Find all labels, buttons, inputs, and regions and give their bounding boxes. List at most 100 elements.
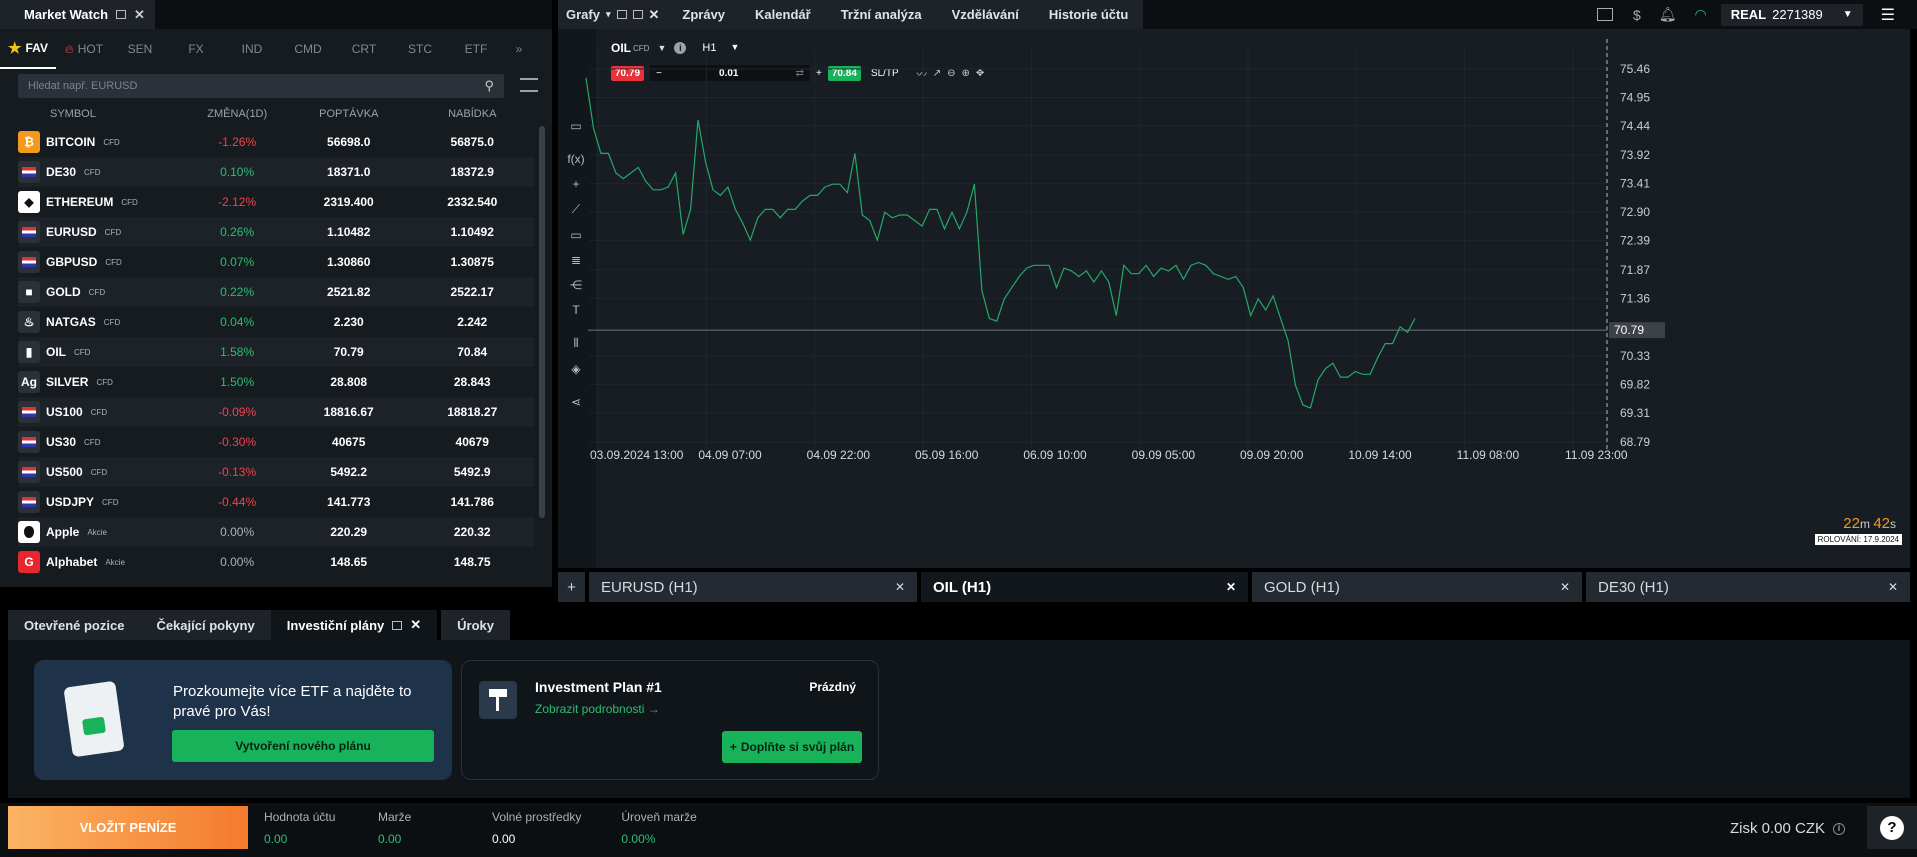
close-icon[interactable]: ✕ [1226, 580, 1236, 594]
tab-news[interactable]: Zprávy [667, 0, 741, 29]
menu-icon[interactable]: ☰ [1881, 5, 1895, 25]
bell-icon[interactable]: 🔔︎ [1659, 6, 1677, 23]
tab-stc[interactable]: STC [392, 29, 448, 69]
ask-cell[interactable]: 1.30860 [287, 255, 411, 269]
list-item[interactable]: US30 CFD -0.30% 40675 40679 [18, 427, 534, 457]
ask-cell[interactable]: 5492.2 [287, 465, 411, 479]
investment-plan-card[interactable]: Investment Plan #1 Prázdný Zobrazit podr… [461, 660, 879, 780]
bid-cell[interactable]: 2.242 [410, 315, 534, 329]
list-item[interactable]: US100 CFD -0.09% 18816.67 18818.27 [18, 397, 534, 427]
tab-cmd[interactable]: CMD [280, 29, 336, 69]
close-icon[interactable]: ✕ [649, 7, 660, 23]
col-symbol[interactable]: SYMBOL [18, 108, 187, 120]
close-icon[interactable]: ✕ [895, 580, 905, 594]
tab-ind[interactable]: IND [224, 29, 280, 69]
ask-cell[interactable]: 141.773 [287, 495, 411, 509]
ask-cell[interactable]: 40675 [287, 435, 411, 449]
help-button[interactable]: ? [1867, 806, 1917, 849]
currency-exchange-icon[interactable]: $ [1633, 7, 1641, 23]
tab-calendar[interactable]: Kalendář [740, 0, 826, 29]
list-scrollbar[interactable] [539, 126, 545, 518]
tab-hot[interactable]: 🔥︎ HOT [56, 29, 112, 69]
ask-cell[interactable]: 18371.0 [287, 165, 411, 179]
bid-cell[interactable]: 40679 [410, 435, 534, 449]
bid-cell[interactable]: 5492.9 [410, 465, 534, 479]
tab-fav[interactable]: ★ FAV [0, 29, 56, 69]
close-icon[interactable]: ✕ [134, 7, 145, 23]
ask-cell[interactable]: 1.10482 [287, 225, 411, 239]
col-ask[interactable]: POPTÁVKA [287, 108, 410, 120]
ask-cell[interactable]: 18816.67 [287, 405, 411, 419]
list-item[interactable]: ♨ NATGAS CFD 0.04% 2.230 2.242 [18, 307, 534, 337]
list-item[interactable]: DE30 CFD 0.10% 18371.0 18372.9 [18, 157, 534, 187]
maximize-icon[interactable] [632, 10, 643, 19]
tab-interest[interactable]: Úroky [441, 610, 511, 640]
ask-cell[interactable]: 70.79 [287, 345, 411, 359]
tab-market-analysis[interactable]: Tržní analýza [825, 0, 937, 29]
account-selector[interactable]: REAL 2271389 ▼ [1720, 3, 1863, 26]
close-icon[interactable]: ✕ [1888, 580, 1898, 594]
tab-education[interactable]: Vzdělávání [936, 0, 1034, 29]
list-item[interactable]: G Alphabet Akcie 0.00% 148.65 148.75 [18, 547, 534, 577]
close-icon[interactable]: ✕ [1560, 580, 1570, 594]
list-item[interactable]: EURUSD CFD 0.26% 1.10482 1.10492 [18, 217, 534, 247]
chart-tab-de30[interactable]: DE30 (H1) ✕ [1586, 572, 1910, 602]
tabs-scroll-right-icon[interactable]: » [504, 29, 534, 69]
list-item[interactable]: Apple Akcie 0.00% 220.29 220.32 [18, 517, 534, 547]
ask-cell[interactable]: 28.808 [287, 375, 411, 389]
ask-cell[interactable]: 56698.0 [287, 135, 411, 149]
tab-pending-orders[interactable]: Čekající pokyny [140, 610, 271, 640]
add-chart-button[interactable]: + [558, 572, 585, 602]
list-item[interactable]: ◆ ETHEREUM CFD -2.12% 2319.400 2332.540 [18, 187, 534, 217]
chart-tab-eurusd[interactable]: EURUSD (H1) ✕ [589, 572, 917, 602]
tab-open-positions[interactable]: Otevřené pozice [8, 610, 141, 640]
chart-tab-gold[interactable]: GOLD (H1) ✕ [1252, 572, 1582, 602]
tab-fx[interactable]: FX [168, 29, 224, 69]
ask-cell[interactable]: 148.65 [287, 555, 411, 569]
tab-account-history[interactable]: Historie účtu [1033, 0, 1144, 29]
col-bid[interactable]: NABÍDKA [411, 108, 534, 120]
detach-icon[interactable] [392, 620, 403, 630]
bid-cell[interactable]: 148.75 [410, 555, 534, 569]
symbol-search-input[interactable]: Hledat např. EURUSD ⚲ [18, 74, 504, 98]
ask-cell[interactable]: 2521.82 [287, 285, 411, 299]
bid-cell[interactable]: 220.32 [410, 525, 534, 539]
tab-crt[interactable]: CRT [336, 29, 392, 69]
bid-cell[interactable]: 1.30875 [410, 255, 534, 269]
list-item[interactable]: ▮ OIL CFD 1.58% 70.79 70.84 [18, 337, 534, 367]
price-chart[interactable]: 75.46 74.95 74.44 73.92 73.41 72.90 72.39 71.87… [558, 29, 1910, 568]
tab-charts[interactable]: Grafy ▾ ✕ [558, 0, 668, 29]
tab-investment-plans[interactable]: Investiční plány ✕ [270, 610, 438, 640]
list-item[interactable]: ₿ BITCOIN CFD -1.26% 56698.0 56875.0 [18, 127, 534, 157]
tab-etf[interactable]: ETF [448, 29, 504, 69]
bid-cell[interactable]: 70.84 [410, 345, 534, 359]
plan-details-link[interactable]: Zobrazit podrobnosti → [535, 702, 660, 716]
bid-cell[interactable]: 28.843 [410, 375, 534, 389]
bid-cell[interactable]: 1.10492 [410, 225, 534, 239]
layout-grid-icon[interactable] [520, 78, 538, 92]
chart-tab-oil[interactable]: OIL (H1) ✕ [921, 572, 1248, 602]
list-item[interactable]: GBPUSD CFD 0.07% 1.30860 1.30875 [18, 247, 534, 277]
bid-cell[interactable]: 2522.17 [410, 285, 534, 299]
list-item[interactable]: US500 CFD -0.13% 5492.2 5492.9 [18, 457, 534, 487]
bid-cell[interactable]: 18818.27 [410, 405, 534, 419]
create-plan-button[interactable]: Vytvoření nového plánu [172, 730, 434, 762]
bid-cell[interactable]: 2332.540 [410, 195, 534, 209]
info-icon[interactable]: i [1833, 822, 1845, 835]
topup-plan-button[interactable]: + Doplňte si svůj plán [722, 731, 862, 763]
close-icon[interactable]: ✕ [410, 617, 421, 633]
col-change[interactable]: ZMĚNA(1D) [187, 108, 287, 120]
detach-icon[interactable] [116, 10, 127, 19]
list-item[interactable]: Ag SILVER CFD 1.50% 28.808 28.843 [18, 367, 534, 397]
tab-sen[interactable]: SEN [112, 29, 168, 69]
ask-cell[interactable]: 2.230 [287, 315, 411, 329]
deposit-button[interactable]: VLOŽIT PENÍZE [8, 806, 248, 849]
list-item[interactable]: ■ GOLD CFD 0.22% 2521.82 2522.17 [18, 277, 534, 307]
bid-cell[interactable]: 18372.9 [410, 165, 534, 179]
bid-cell[interactable]: 56875.0 [410, 135, 534, 149]
bid-cell[interactable]: 141.786 [410, 495, 534, 509]
market-watch-title-tab[interactable]: Market Watch ✕ [0, 0, 155, 29]
layout-icon[interactable] [1596, 8, 1613, 21]
ask-cell[interactable]: 220.29 [287, 525, 411, 539]
list-item[interactable]: USDJPY CFD -0.44% 141.773 141.786 [18, 487, 534, 517]
